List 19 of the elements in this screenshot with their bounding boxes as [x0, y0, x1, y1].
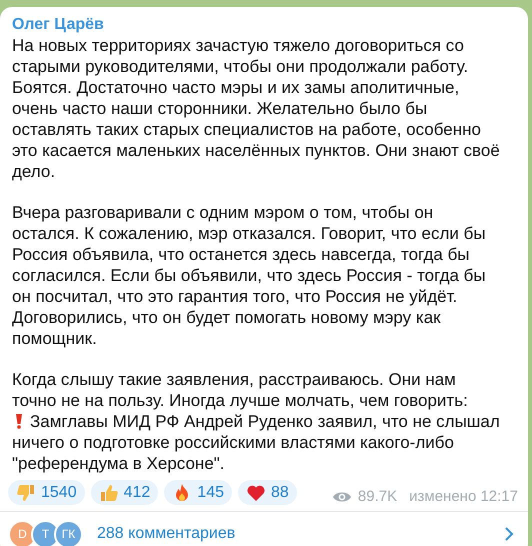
reaction-button[interactable]: 145: [164, 480, 232, 505]
avatar: ГК: [54, 520, 83, 546]
edited-time: изменено 12:17: [409, 488, 518, 505]
comments-button[interactable]: D T ГК 288 комментариев: [0, 512, 528, 546]
exclamation-icon: [14, 413, 24, 429]
author-name[interactable]: Олег Царёв: [0, 15, 528, 35]
message-text: Замглавы МИД РФ Андрей Руденко заявил, что не слышал ничего о подготовке российскими властями какого-либо "референдума в Херсоне".: [11, 411, 501, 474]
chevron-right-icon: [504, 526, 514, 542]
view-count: 89.7K: [358, 488, 398, 505]
eye-icon: [332, 490, 352, 504]
heart-icon: [246, 482, 266, 502]
reaction-button[interactable]: 88: [238, 480, 297, 505]
message-text: Когда слышу такие заявления, расстраиваюсь. Они нам точно не на пользу. Иногда лучше молчать, чем говорить:: [11, 369, 469, 411]
reaction-button[interactable]: 412: [90, 480, 158, 505]
thumbs-down-icon: [16, 482, 36, 502]
thumbs-up-icon: [98, 482, 119, 502]
reaction-button[interactable]: 1540: [8, 480, 85, 505]
message-text: На новых территориях зачастую тяжело договориться со старыми руководителями, чтобы они продолжали работу. Боятся. Достаточно часто мэры и их замы аполитичные, очень часто наши сторонники. Желательно было бы оставлять таких старых специалистов на работе, особенно это касается маленьких населённых пунктов. Они знают своё дело.: [11, 35, 501, 182]
message-text: Вчера разговаривали с одним мэром о том, чтобы он остался. К сожалению, мэр отказался. Говорит, что если бы Россия объявила, что останется здесь навсегда, тогда бы согласился. Если бы объявили, что здесь Россия - тогда бы он посчитал, что это гарантия того, что Россия не уйдёт. Договорились, что он будет помогать новому мэру как помощник.: [11, 202, 487, 349]
